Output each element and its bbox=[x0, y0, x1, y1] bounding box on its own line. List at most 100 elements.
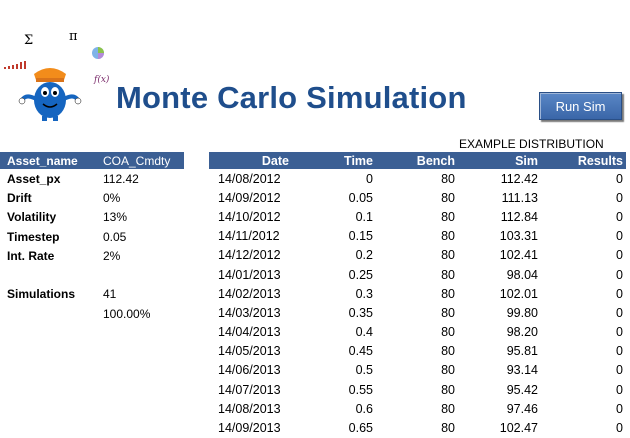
cell-results[interactable]: 0 bbox=[538, 229, 623, 243]
cell-date[interactable]: 14/05/2013 bbox=[209, 344, 289, 358]
cell-time[interactable]: 0 bbox=[289, 172, 373, 186]
fx-symbol: f(x) bbox=[93, 74, 110, 85]
cell-bench[interactable]: 80 bbox=[373, 421, 455, 435]
cell-results[interactable]: 0 bbox=[538, 383, 623, 397]
cell-bench[interactable]: 80 bbox=[373, 287, 455, 301]
cell-bench[interactable]: 80 bbox=[373, 383, 455, 397]
table-row: 14/08/2012 0 80 112.42 0 bbox=[209, 169, 626, 188]
param-row-empty bbox=[0, 265, 184, 284]
cell-bench[interactable]: 80 bbox=[373, 306, 455, 320]
cell-time[interactable]: 0.1 bbox=[289, 210, 373, 224]
cell-sim[interactable]: 102.47 bbox=[455, 421, 538, 435]
cell-time[interactable]: 0.6 bbox=[289, 402, 373, 416]
cell-sim[interactable]: 102.41 bbox=[455, 248, 538, 262]
pi-symbol: π bbox=[69, 29, 78, 44]
cell-results[interactable]: 0 bbox=[538, 210, 623, 224]
column-header-results[interactable]: Results bbox=[538, 154, 623, 168]
table-row: 14/03/2013 0.35 80 99.80 0 bbox=[209, 303, 626, 322]
cell-time[interactable]: 0.15 bbox=[289, 229, 373, 243]
column-header-bench[interactable]: Bench bbox=[373, 154, 455, 168]
param-value[interactable]: 112.42 bbox=[103, 172, 139, 186]
cell-bench[interactable]: 80 bbox=[373, 248, 455, 262]
cell-time[interactable]: 0.2 bbox=[289, 248, 373, 262]
cell-date[interactable]: 14/01/2013 bbox=[209, 268, 289, 282]
table-row: 14/11/2012 0.15 80 103.31 0 bbox=[209, 227, 626, 246]
cell-sim[interactable]: 102.01 bbox=[455, 287, 538, 301]
column-header-date[interactable]: Date bbox=[209, 154, 289, 168]
cell-time[interactable]: 0.55 bbox=[289, 383, 373, 397]
cell-sim[interactable]: 95.42 bbox=[455, 383, 538, 397]
run-sim-button[interactable]: Run Sim bbox=[539, 92, 622, 120]
cell-bench[interactable]: 80 bbox=[373, 363, 455, 377]
cell-results[interactable]: 0 bbox=[538, 172, 623, 186]
asset-name-value[interactable]: COA_Cmdty bbox=[103, 154, 170, 168]
cell-date[interactable]: 14/07/2013 bbox=[209, 383, 289, 397]
cell-sim[interactable]: 111.13 bbox=[455, 191, 538, 205]
cell-time[interactable]: 0.25 bbox=[289, 268, 373, 282]
cell-time[interactable]: 0.65 bbox=[289, 421, 373, 435]
param-value[interactable]: 0.05 bbox=[103, 230, 126, 244]
cell-time[interactable]: 0.05 bbox=[289, 191, 373, 205]
cell-date[interactable]: 14/09/2013 bbox=[209, 421, 289, 435]
cell-date[interactable]: 14/06/2013 bbox=[209, 363, 289, 377]
cell-sim[interactable]: 112.84 bbox=[455, 210, 538, 224]
param-name: Simulations bbox=[7, 287, 76, 302]
cell-time[interactable]: 0.4 bbox=[289, 325, 373, 339]
cell-time[interactable]: 0.3 bbox=[289, 287, 373, 301]
cell-results[interactable]: 0 bbox=[538, 191, 623, 205]
cell-sim[interactable]: 103.31 bbox=[455, 229, 538, 243]
cell-time[interactable]: 0.5 bbox=[289, 363, 373, 377]
cell-date[interactable]: 14/03/2013 bbox=[209, 306, 289, 320]
cell-time[interactable]: 0.45 bbox=[289, 344, 373, 358]
param-row: Asset_px 112.42 bbox=[0, 169, 184, 188]
cell-sim[interactable]: 98.20 bbox=[455, 325, 538, 339]
distribution-label: EXAMPLE DISTRIBUTION bbox=[459, 137, 604, 151]
table-row: 14/02/2013 0.3 80 102.01 0 bbox=[209, 284, 626, 303]
cell-results[interactable]: 0 bbox=[538, 363, 623, 377]
cell-results[interactable]: 0 bbox=[538, 325, 623, 339]
cell-bench[interactable]: 80 bbox=[373, 268, 455, 282]
cell-bench[interactable]: 80 bbox=[373, 210, 455, 224]
cell-results[interactable]: 0 bbox=[538, 344, 623, 358]
column-header-sim[interactable]: Sim bbox=[455, 154, 538, 168]
cell-results[interactable]: 0 bbox=[538, 248, 623, 262]
cell-bench[interactable]: 80 bbox=[373, 229, 455, 243]
cell-date[interactable]: 14/08/2013 bbox=[209, 402, 289, 416]
param-value[interactable]: 0% bbox=[103, 191, 120, 205]
cell-date[interactable]: 14/10/2012 bbox=[209, 210, 289, 224]
cell-sim[interactable]: 95.81 bbox=[455, 344, 538, 358]
cell-results[interactable]: 0 bbox=[538, 402, 623, 416]
cell-results[interactable]: 0 bbox=[538, 287, 623, 301]
cell-bench[interactable]: 80 bbox=[373, 325, 455, 339]
param-value[interactable]: 13% bbox=[103, 210, 127, 224]
page-title: Monte Carlo Simulation bbox=[116, 80, 467, 115]
table-row: 14/10/2012 0.1 80 112.84 0 bbox=[209, 207, 626, 226]
column-header-time[interactable]: Time bbox=[289, 154, 373, 168]
cell-results[interactable]: 0 bbox=[538, 421, 623, 435]
cell-time[interactable]: 0.35 bbox=[289, 306, 373, 320]
cell-date[interactable]: 14/04/2013 bbox=[209, 325, 289, 339]
cell-bench[interactable]: 80 bbox=[373, 191, 455, 205]
table-row: 14/04/2013 0.4 80 98.20 0 bbox=[209, 323, 626, 342]
table-row: 14/07/2013 0.55 80 95.42 0 bbox=[209, 380, 626, 399]
param-value[interactable]: 41 bbox=[103, 287, 116, 301]
cell-date[interactable]: 14/11/2012 bbox=[209, 229, 289, 243]
cell-bench[interactable]: 80 bbox=[373, 172, 455, 186]
table-row: 14/01/2013 0.25 80 98.04 0 bbox=[209, 265, 626, 284]
parameters-panel: Asset_name COA_Cmdty Asset_px 112.42 Drif… bbox=[0, 152, 184, 323]
param-row: Int. Rate 2% bbox=[0, 246, 184, 265]
cell-results[interactable]: 0 bbox=[538, 268, 623, 282]
param-value[interactable]: 2% bbox=[103, 249, 120, 263]
cell-sim[interactable]: 112.42 bbox=[455, 172, 538, 186]
cell-date[interactable]: 14/08/2012 bbox=[209, 172, 289, 186]
cell-results[interactable]: 0 bbox=[538, 306, 623, 320]
cell-sim[interactable]: 97.46 bbox=[455, 402, 538, 416]
cell-date[interactable]: 14/12/2012 bbox=[209, 248, 289, 262]
cell-sim[interactable]: 93.14 bbox=[455, 363, 538, 377]
cell-sim[interactable]: 98.04 bbox=[455, 268, 538, 282]
cell-date[interactable]: 14/02/2013 bbox=[209, 287, 289, 301]
cell-bench[interactable]: 80 bbox=[373, 344, 455, 358]
cell-bench[interactable]: 80 bbox=[373, 402, 455, 416]
cell-date[interactable]: 14/09/2012 bbox=[209, 191, 289, 205]
cell-sim[interactable]: 99.80 bbox=[455, 306, 538, 320]
